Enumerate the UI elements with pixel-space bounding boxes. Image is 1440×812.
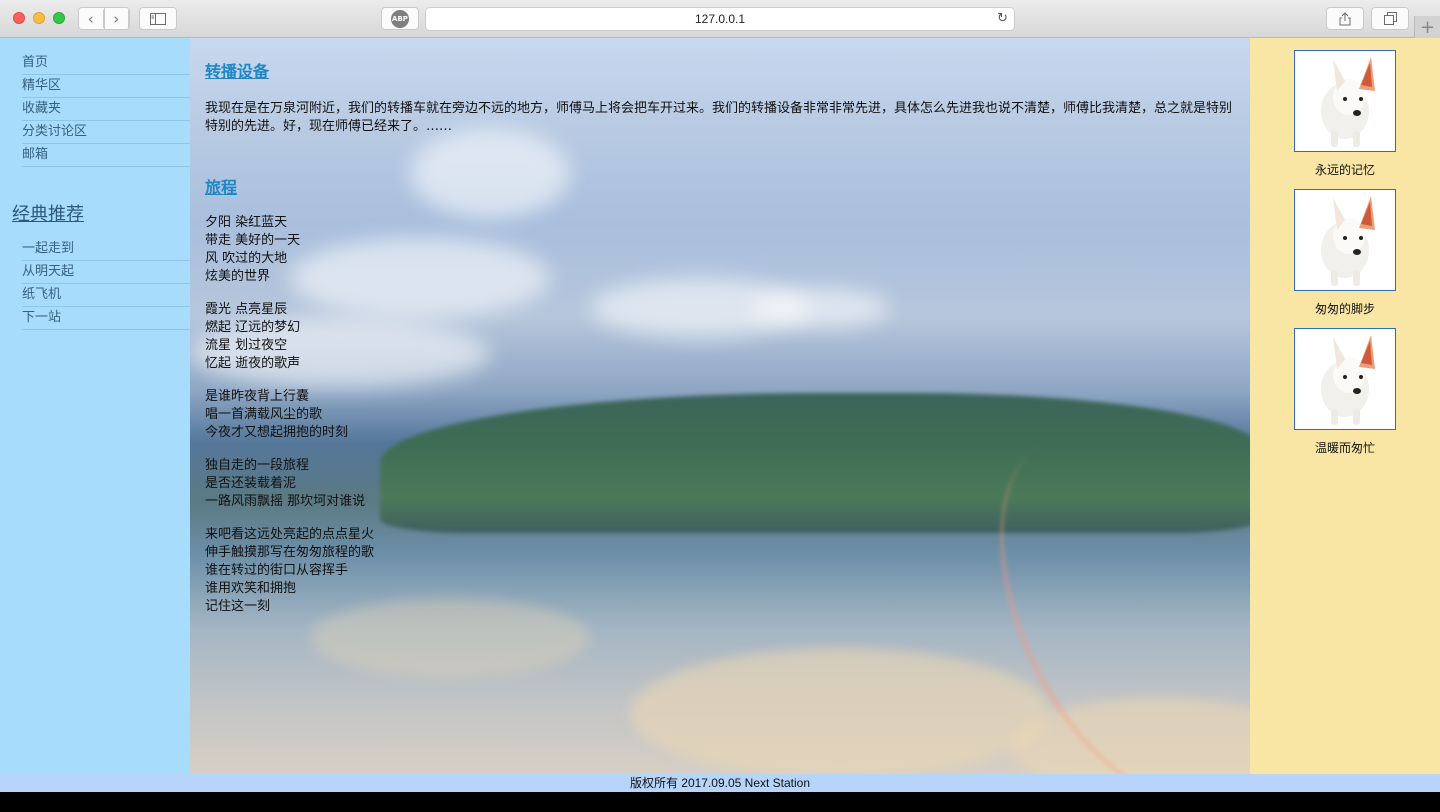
poem-line: 谁用欢笑和拥抱 xyxy=(205,581,297,596)
chevron-right-icon: › xyxy=(105,9,129,28)
adblock-button[interactable]: ABP xyxy=(381,7,419,30)
poem-line: 伸手触摸那写在匆匆旅程的歌 xyxy=(205,545,375,560)
tabs-overview-button[interactable] xyxy=(1371,7,1409,30)
left-sidebar: 首页 精华区 收藏夹 分类讨论区 邮箱 经典推荐 一起走到 从明天起 纸飞机 下… xyxy=(0,38,190,774)
poem-line: 带走 美好的一天 xyxy=(205,233,301,248)
poem-stanza: 来吧看这远处亮起的点点星火 伸手触摸那写在匆匆旅程的歌 谁在转过的街口从容挥手 … xyxy=(205,526,374,616)
poem-line: 独自走的一段旅程 xyxy=(205,458,310,473)
nav-item-favorites[interactable]: 收藏夹 xyxy=(22,98,190,121)
footer: 版权所有 2017.09.05 Next Station xyxy=(0,774,1440,792)
close-window-button[interactable] xyxy=(13,12,25,24)
poem-line: 夕阳 染红蓝天 xyxy=(205,215,288,230)
poem-line: 燃起 辽远的梦幻 xyxy=(205,320,301,335)
poem-line: 炫美的世界 xyxy=(205,269,271,284)
gallery-card[interactable]: 匆匆的脚步 xyxy=(1294,189,1396,317)
dog-image[interactable] xyxy=(1294,189,1396,291)
back-button[interactable]: ‹ xyxy=(79,8,105,29)
poem-stanza: 霞光 点亮星辰 燃起 辽远的梦幻 流星 划过夜空 忆起 逝夜的歌声 xyxy=(205,301,300,373)
poem-stanza: 独自走的一段旅程 是否还装载着泥 一路风雨飘摇 那坎坷对谁说 xyxy=(205,457,365,511)
forward-button[interactable]: › xyxy=(105,8,129,29)
card-caption: 永远的记忆 xyxy=(1314,163,1375,177)
main-content: 转播设备 我现在是在万泉河附近，我们的转播车就在旁边不远的地方，师傅马上将会把车… xyxy=(190,38,1250,774)
page: 首页 精华区 收藏夹 分类讨论区 邮箱 经典推荐 一起走到 从明天起 纸飞机 下… xyxy=(0,38,1440,774)
url-text: 127.0.0.1 xyxy=(694,12,746,26)
share-button[interactable] xyxy=(1326,7,1364,30)
poem-line: 是否还装载着泥 xyxy=(205,476,297,491)
gallery-card[interactable]: 温暖而匆忙 xyxy=(1294,328,1396,456)
sidebar-toggle-button[interactable] xyxy=(139,7,177,30)
poem-line: 今夜才又想起拥抱的时刻 xyxy=(205,425,349,440)
share-icon xyxy=(1339,11,1351,25)
poem-line: 忆起 逝夜的歌声 xyxy=(205,356,301,371)
recommend-item[interactable]: 下一站 xyxy=(22,307,190,330)
recommend-item[interactable]: 一起走到 xyxy=(22,238,190,261)
poem-line: 是谁昨夜背上行囊 xyxy=(205,389,310,404)
recommend-title[interactable]: 经典推荐 xyxy=(12,200,84,226)
nav-item-forums[interactable]: 分类讨论区 xyxy=(22,121,190,144)
address-bar[interactable]: 127.0.0.1 ↻ xyxy=(425,7,1015,31)
new-tab-button[interactable]: + xyxy=(1414,16,1440,38)
recommend-list: 一起走到 从明天起 纸飞机 下一站 xyxy=(22,238,190,330)
main-nav: 首页 精华区 收藏夹 分类讨论区 邮箱 xyxy=(22,52,190,167)
poem-line: 流星 划过夜空 xyxy=(205,338,288,353)
nav-item-mailbox[interactable]: 邮箱 xyxy=(22,144,190,167)
poem-line: 记住这一刻 xyxy=(205,599,271,614)
reload-icon[interactable]: ↻ xyxy=(997,11,1008,26)
nav-item-home[interactable]: 首页 xyxy=(22,52,190,75)
recommend-item[interactable]: 纸飞机 xyxy=(22,284,190,307)
card-caption: 匆匆的脚步 xyxy=(1314,302,1375,316)
nav-item-featured[interactable]: 精华区 xyxy=(22,75,190,98)
chevron-left-icon: ‹ xyxy=(79,9,104,28)
dog-image[interactable] xyxy=(1294,328,1396,430)
history-nav: ‹ › xyxy=(78,7,130,30)
poem-line: 一路风雨飘摇 那坎坷对谁说 xyxy=(205,494,366,509)
section-title-journey[interactable]: 旅程 xyxy=(205,174,237,198)
tabs-icon xyxy=(1383,12,1397,25)
minimize-window-button[interactable] xyxy=(33,12,45,24)
gallery-card[interactable]: 永远的记忆 xyxy=(1294,50,1396,178)
right-sidebar: 永远的记忆 匆匆的脚步 温暖而匆忙 xyxy=(1250,38,1440,774)
section-title-broadcast[interactable]: 转播设备 xyxy=(205,58,269,82)
adblock-icon: ABP xyxy=(391,9,409,28)
zoom-window-button[interactable] xyxy=(53,12,65,24)
poem-line: 风 吹过的大地 xyxy=(205,251,288,266)
sidebar-icon xyxy=(150,12,166,25)
card-caption: 温暖而匆忙 xyxy=(1314,441,1375,455)
poem-line: 唱一首满载风尘的歌 xyxy=(205,407,323,422)
poem-stanza: 是谁昨夜背上行囊 唱一首满载风尘的歌 今夜才又想起拥抱的时刻 xyxy=(205,388,348,442)
poem-stanza: 夕阳 染红蓝天 带走 美好的一天 风 吹过的大地 炫美的世界 xyxy=(205,214,300,286)
dog-image[interactable] xyxy=(1294,50,1396,152)
poem-line: 来吧看这远处亮起的点点星火 xyxy=(205,527,375,542)
broadcast-paragraph: 我现在是在万泉河附近，我们的转播车就在旁边不远的地方，师傅马上将会把车开过来。我… xyxy=(205,101,1233,134)
poem-line: 谁在转过的街口从容挥手 xyxy=(205,563,349,578)
bottom-bar xyxy=(0,792,1440,812)
recommend-item[interactable]: 从明天起 xyxy=(22,261,190,284)
plus-icon: + xyxy=(1419,16,1436,38)
poem-line: 霞光 点亮星辰 xyxy=(205,302,288,317)
browser-toolbar: ‹ › ABP 127.0.0.1 ↻ + xyxy=(0,0,1440,38)
